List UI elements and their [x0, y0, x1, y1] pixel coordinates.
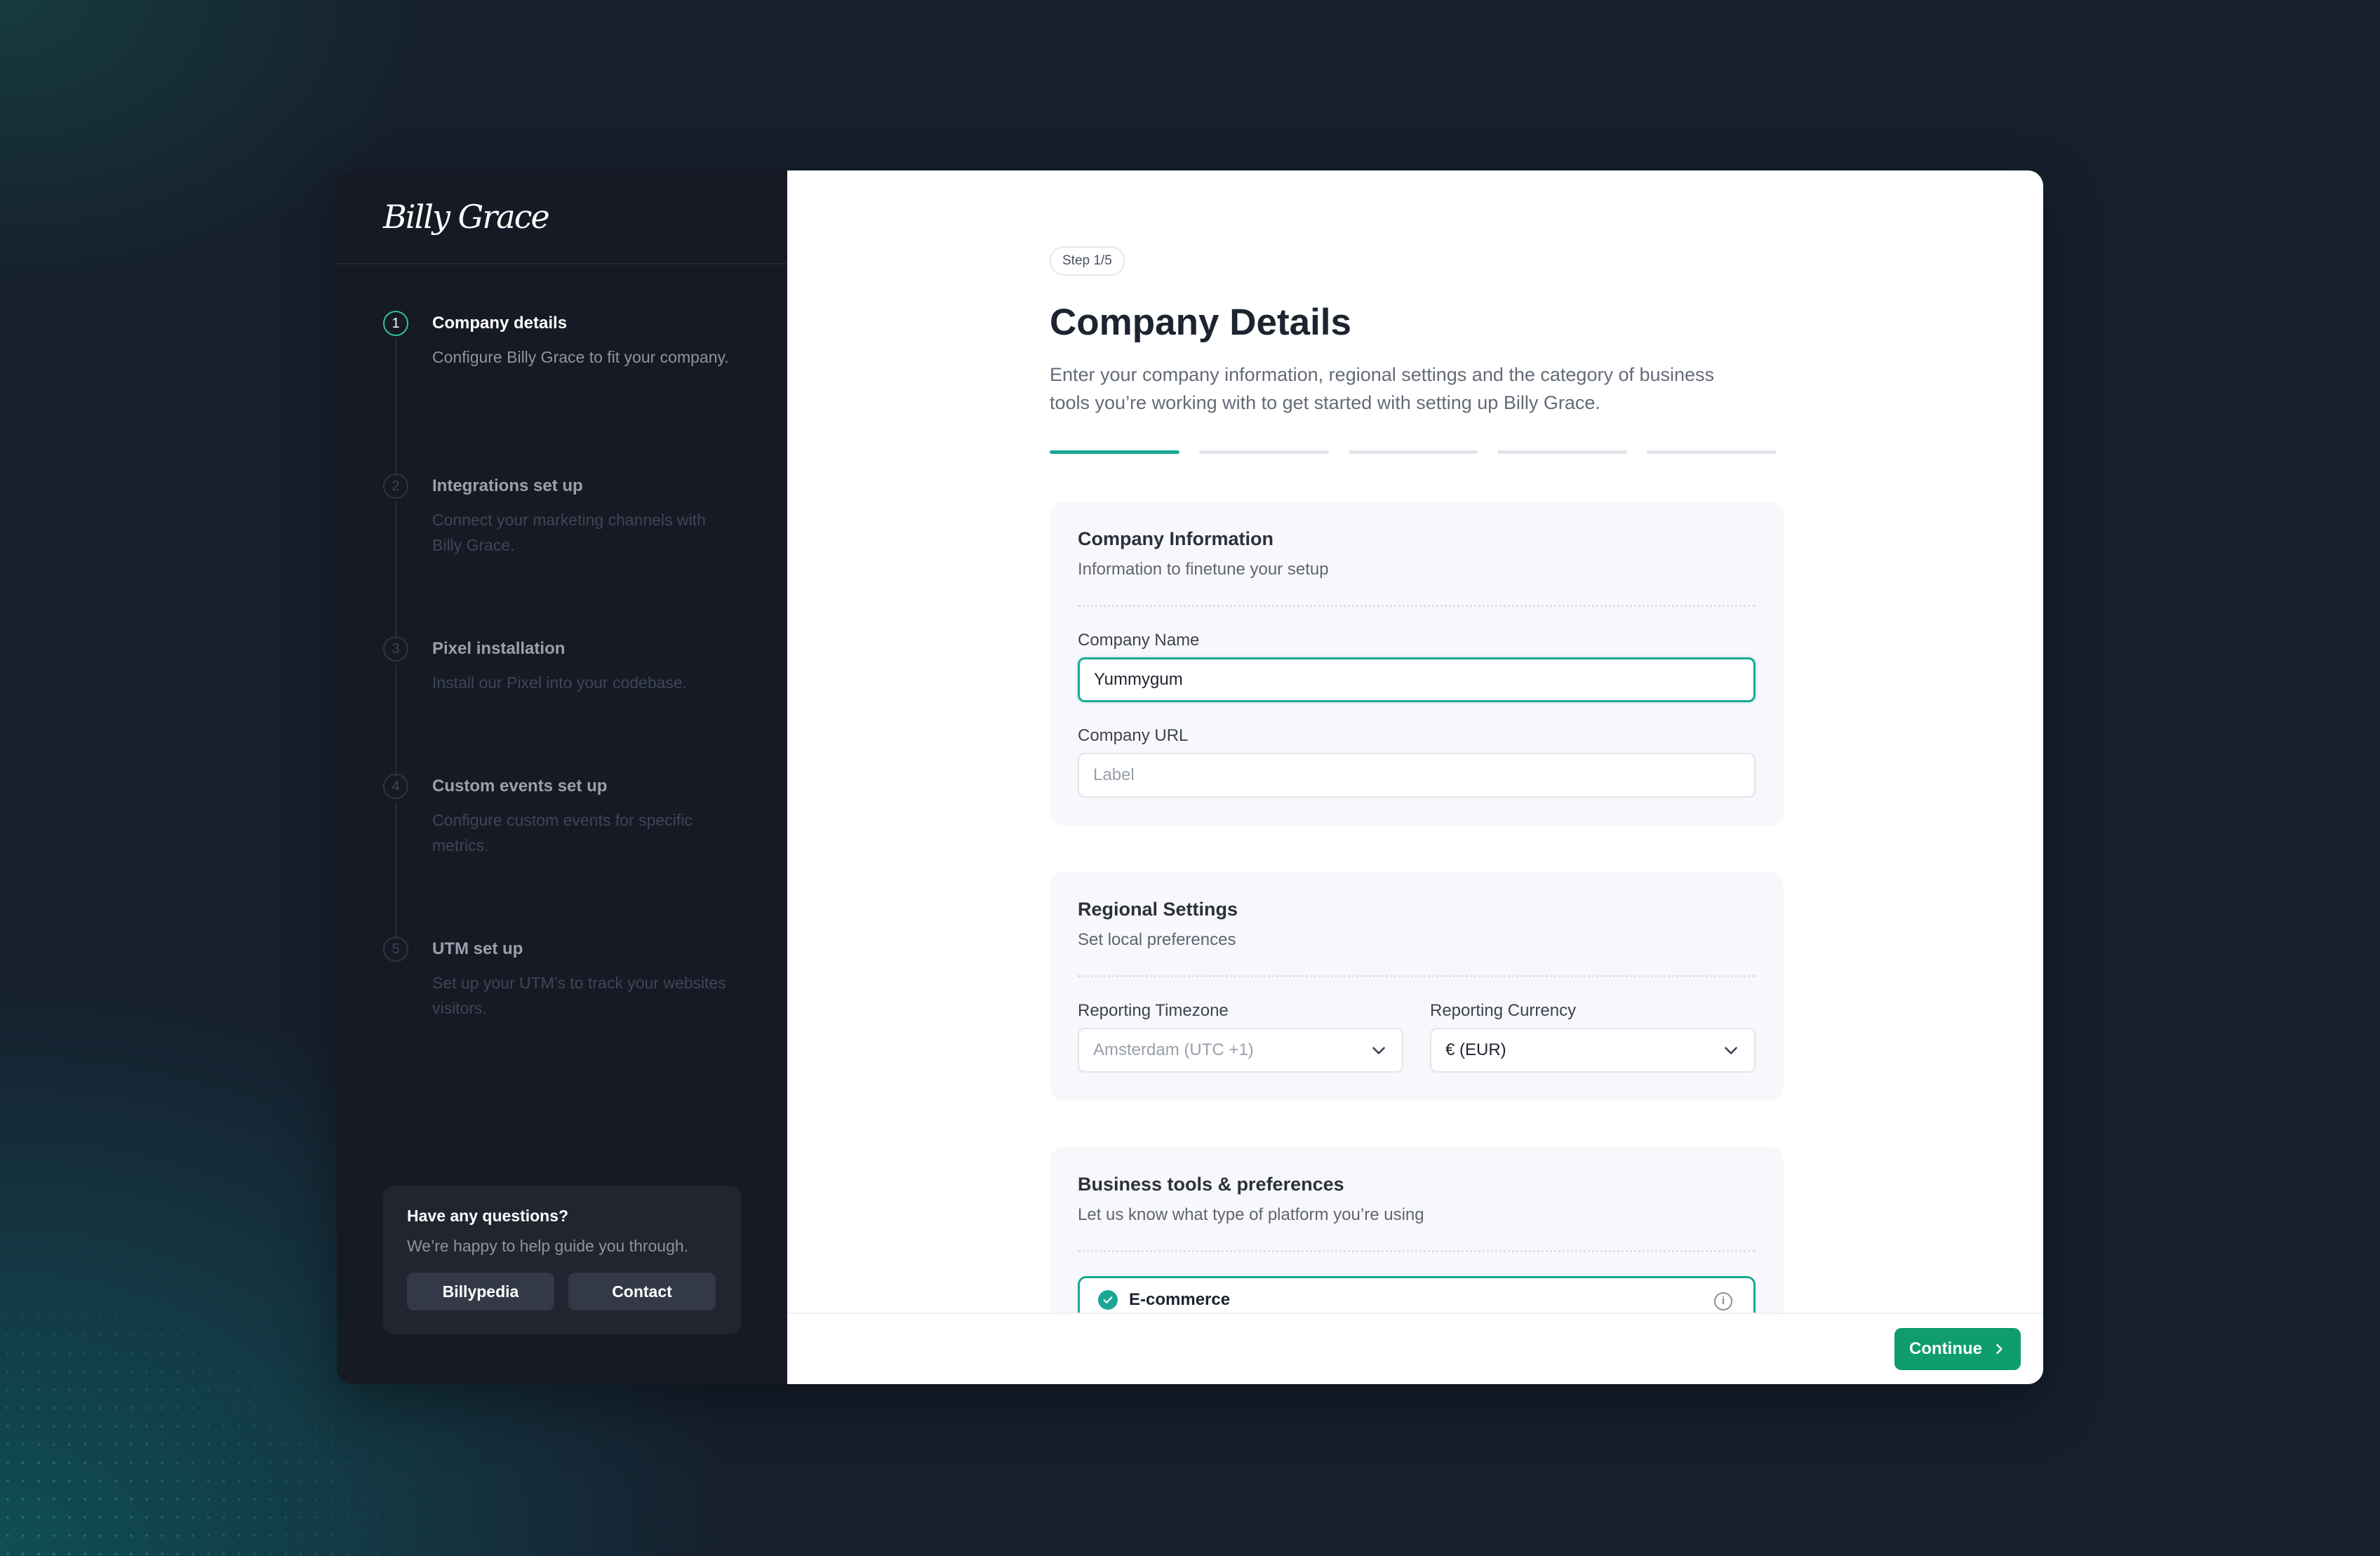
- timezone-label: Reporting Timezone: [1078, 1001, 1229, 1020]
- timezone-value: Amsterdam (UTC +1): [1093, 1040, 1254, 1059]
- company-url-label: Company URL: [1078, 726, 1189, 745]
- step-desc: Configure Billy Grace to fit your compan…: [432, 348, 729, 366]
- divider: [1078, 1250, 1756, 1252]
- progress-bar: [1050, 450, 1777, 454]
- step-desc: Connect your marketing channels with Bil…: [432, 511, 706, 554]
- info-icon[interactable]: i: [1714, 1292, 1732, 1310]
- divider: [1078, 975, 1756, 977]
- card-subtitle: Set local preferences: [1078, 930, 1236, 949]
- continue-label: Continue: [1909, 1339, 1982, 1358]
- progress-segment: [1050, 450, 1179, 454]
- chevron-down-icon: [1372, 1047, 1385, 1054]
- step-badge: Step 1/5: [1050, 246, 1125, 276]
- company-name-label: Company Name: [1078, 631, 1200, 650]
- billypedia-button[interactable]: Billypedia: [407, 1273, 554, 1310]
- step-desc: Install our Pixel into your codebase.: [432, 673, 688, 692]
- company-name-input[interactable]: Yummygum: [1078, 657, 1756, 702]
- step-number: 5: [383, 937, 408, 962]
- help-card: Have any questions? We’re happy to help …: [383, 1186, 741, 1334]
- step-pixel-installation[interactable]: 3 Pixel installation Install our Pixel i…: [383, 636, 762, 777]
- footer-bar: Continue: [787, 1313, 2043, 1384]
- page-subtitle: Enter your company information, regional…: [1050, 364, 1715, 413]
- help-desc: We’re happy to help guide you through.: [407, 1237, 689, 1255]
- step-title: UTM set up: [432, 939, 523, 958]
- step-title: Company details: [432, 314, 568, 333]
- help-title: Have any questions?: [407, 1207, 569, 1225]
- main-panel: Step 1/5 Company Details Enter your comp…: [787, 170, 2043, 1384]
- company-info-card: Company Information Information to finet…: [1050, 502, 1784, 826]
- regional-settings-card: Regional Settings Set local preferences …: [1050, 872, 1784, 1101]
- logo: Billy Grace: [337, 170, 787, 264]
- card-title: Company Information: [1078, 528, 1274, 549]
- continue-button[interactable]: Continue: [1894, 1328, 2021, 1370]
- option-label: E-commerce: [1129, 1289, 1231, 1309]
- step-title: Custom events set up: [432, 777, 608, 796]
- form-content: Step 1/5 Company Details Enter your comp…: [1050, 246, 1784, 1321]
- step-desc: Configure custom events for specific met…: [432, 811, 693, 854]
- page-title: Company Details: [1050, 302, 1352, 343]
- progress-segment: [1647, 450, 1777, 454]
- progress-segment: [1497, 450, 1628, 454]
- currency-select[interactable]: € (EUR): [1430, 1028, 1756, 1073]
- step-custom-events[interactable]: 4 Custom events set up Configure custom …: [383, 774, 762, 939]
- step-title: Integrations set up: [432, 476, 583, 495]
- step-title: Pixel installation: [432, 639, 566, 658]
- step-integrations[interactable]: 2 Integrations set up Connect your marke…: [383, 474, 762, 639]
- step-number: 4: [383, 774, 408, 799]
- step-connector: [395, 502, 396, 639]
- step-number: 3: [383, 636, 408, 662]
- step-number: 2: [383, 474, 408, 499]
- divider: [1078, 605, 1756, 607]
- progress-segment: [1348, 450, 1478, 454]
- chevron-down-icon: [1725, 1047, 1737, 1054]
- step-connector: [395, 802, 396, 939]
- contact-button[interactable]: Contact: [568, 1273, 716, 1310]
- step-number: 1: [383, 311, 408, 336]
- step-company-details[interactable]: 1 Company details Configure Billy Grace …: [383, 311, 762, 476]
- card-title: Business tools & preferences: [1078, 1174, 1344, 1195]
- sidebar: Billy Grace 1 Company details Configure …: [337, 170, 787, 1384]
- step-desc: Set up your UTM’s to track your websites…: [432, 974, 726, 1017]
- currency-value: € (EUR): [1445, 1040, 1506, 1059]
- step-list: 1 Company details Configure Billy Grace …: [383, 311, 762, 1035]
- timezone-select[interactable]: Amsterdam (UTC +1): [1078, 1028, 1403, 1073]
- onboarding-window: Billy Grace 1 Company details Configure …: [337, 170, 2043, 1384]
- card-subtitle: Let us know what type of platform you’re…: [1078, 1205, 1424, 1224]
- step-utm[interactable]: 5 UTM set up Set up your UTM’s to track …: [383, 937, 762, 1035]
- company-url-input[interactable]: Label: [1078, 753, 1756, 798]
- chevron-right-icon: [1996, 1343, 2003, 1355]
- progress-segment: [1198, 450, 1329, 454]
- business-tools-card: Business tools & preferences Let us know…: [1050, 1147, 1784, 1321]
- step-connector: [395, 664, 396, 777]
- currency-label: Reporting Currency: [1430, 1001, 1577, 1020]
- card-title: Regional Settings: [1078, 899, 1238, 920]
- check-icon: [1098, 1289, 1118, 1310]
- card-subtitle: Information to finetune your setup: [1078, 560, 1329, 579]
- step-connector: [395, 339, 396, 476]
